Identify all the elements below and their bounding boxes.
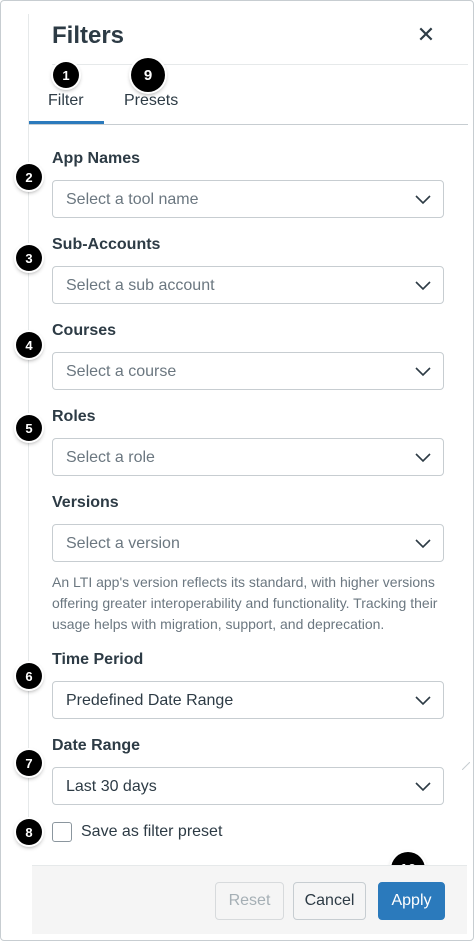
app-names-select[interactable]: Select a tool name [52,180,444,218]
close-icon[interactable]: ✕ [414,21,438,49]
callout-badge-2: 2 [16,164,42,190]
save-preset-label: Save as filter preset [81,823,223,840]
tray-title: Filters [52,22,125,49]
tab-presets[interactable]: Presets [124,92,178,110]
chevron-down-icon [415,195,431,205]
callout-badge-8: 8 [16,819,42,845]
resize-grip-icon[interactable] [462,762,470,770]
date-range-value: Last 30 days [66,778,157,795]
cancel-button[interactable]: Cancel [293,882,366,920]
date-range-label: Date Range [52,737,141,754]
callout-badge-1: 1 [53,62,79,88]
roles-label: Roles [52,408,96,425]
callout-badge-4: 4 [16,332,42,358]
chevron-down-icon [415,539,431,549]
apply-button[interactable]: Apply [378,882,445,920]
sub-accounts-label: Sub-Accounts [52,236,161,253]
save-preset-checkbox[interactable] [52,822,72,842]
app-names-label: App Names [52,150,141,167]
callout-badge-9: 9 [131,58,165,92]
courses-select[interactable]: Select a course [52,352,444,390]
roles-placeholder: Select a role [66,449,155,466]
chevron-down-icon [415,281,431,291]
sub-accounts-placeholder: Select a sub account [66,277,215,294]
courses-placeholder: Select a course [66,363,177,380]
app-names-placeholder: Select a tool name [66,191,199,208]
callout-badge-5: 5 [16,415,42,441]
sub-accounts-select[interactable]: Select a sub account [52,266,444,304]
versions-label: Versions [52,494,119,511]
tabs-divider [29,124,468,125]
date-range-select[interactable]: Last 30 days [52,767,444,805]
callout-badge-3: 3 [16,245,42,271]
callout-badge-7: 7 [16,750,42,776]
time-period-value: Predefined Date Range [66,692,234,709]
versions-select[interactable]: Select a version [52,524,444,562]
versions-help-text: An LTI app's version reflects its standa… [52,574,438,632]
chevron-down-icon [415,782,431,792]
time-period-label: Time Period [52,651,144,668]
time-period-select[interactable]: Predefined Date Range [52,681,444,719]
header-divider [52,64,468,65]
roles-select[interactable]: Select a role [52,438,444,476]
reset-button[interactable]: Reset [215,882,284,920]
tab-filter[interactable]: Filter [48,92,84,110]
courses-label: Courses [52,322,117,339]
chevron-down-icon [415,453,431,463]
chevron-down-icon [415,367,431,377]
versions-placeholder: Select a version [66,535,180,552]
chevron-down-icon [415,696,431,706]
callout-badge-6: 6 [16,663,42,689]
